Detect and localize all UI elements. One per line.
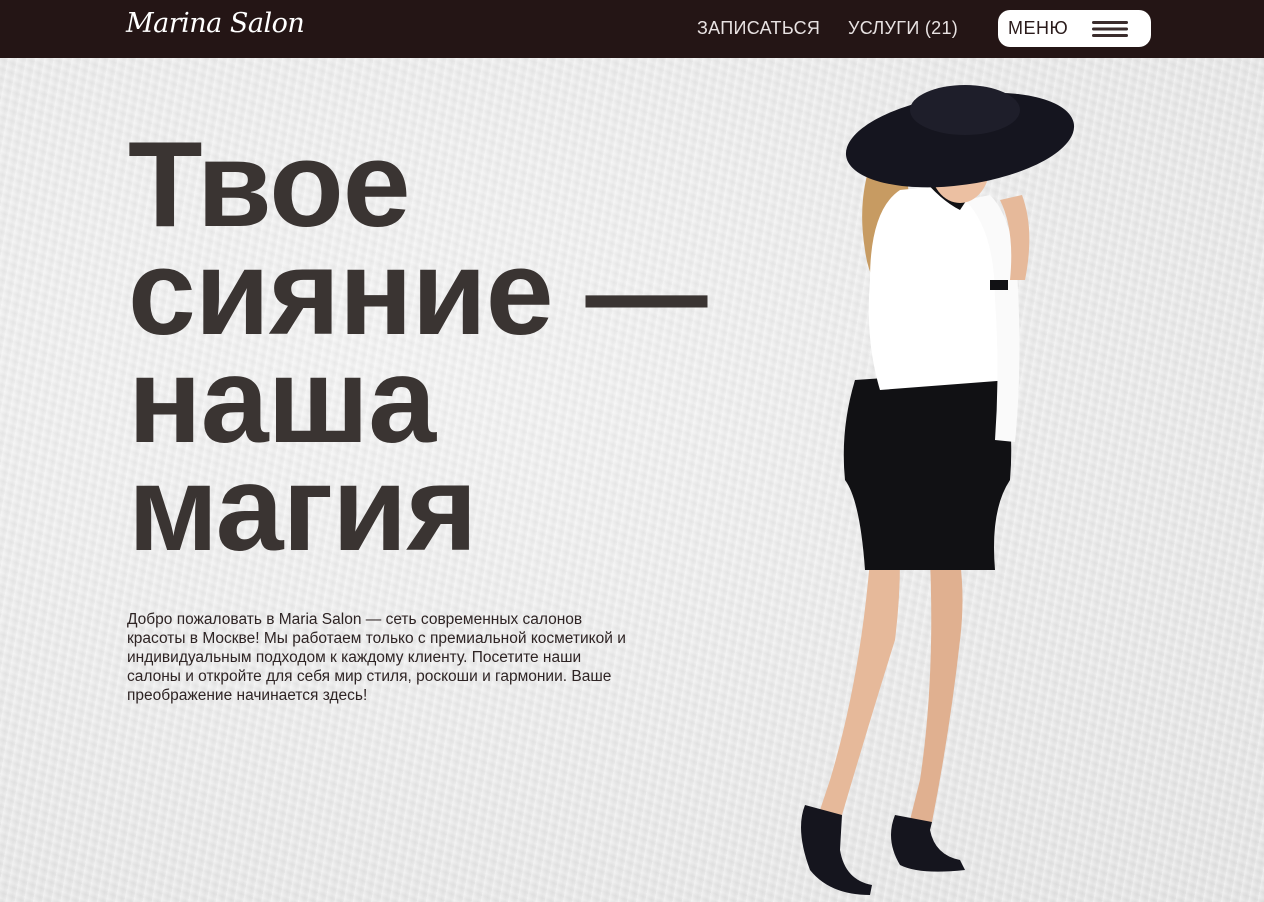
hero-intro-text: Добро пожаловать в Maria Salon — сеть со…	[127, 611, 626, 704]
logo[interactable]: Marina Salon	[126, 8, 305, 39]
menu-button[interactable]: МЕНЮ	[998, 10, 1151, 47]
headline-line: Твое	[128, 116, 411, 252]
site-header: Marina Salon ЗАПИСАТЬСЯ УСЛУГИ (21) МЕНЮ	[0, 0, 1264, 58]
headline-line: наша	[128, 332, 436, 468]
headline-line: магия	[128, 440, 478, 576]
nav-book-link[interactable]: ЗАПИСАТЬСЯ	[697, 18, 820, 39]
page: Marina Salon ЗАПИСАТЬСЯ УСЛУГИ (21) МЕНЮ…	[0, 0, 1264, 902]
headline-line: сияние —	[128, 224, 707, 360]
hero-headline: Твое сияние — наша магия	[128, 116, 707, 576]
menu-button-label: МЕНЮ	[1008, 18, 1069, 38]
hamburger-icon	[1092, 21, 1128, 37]
nav-services-link[interactable]: УСЛУГИ (21)	[848, 18, 958, 39]
model-photo	[801, 85, 1075, 895]
